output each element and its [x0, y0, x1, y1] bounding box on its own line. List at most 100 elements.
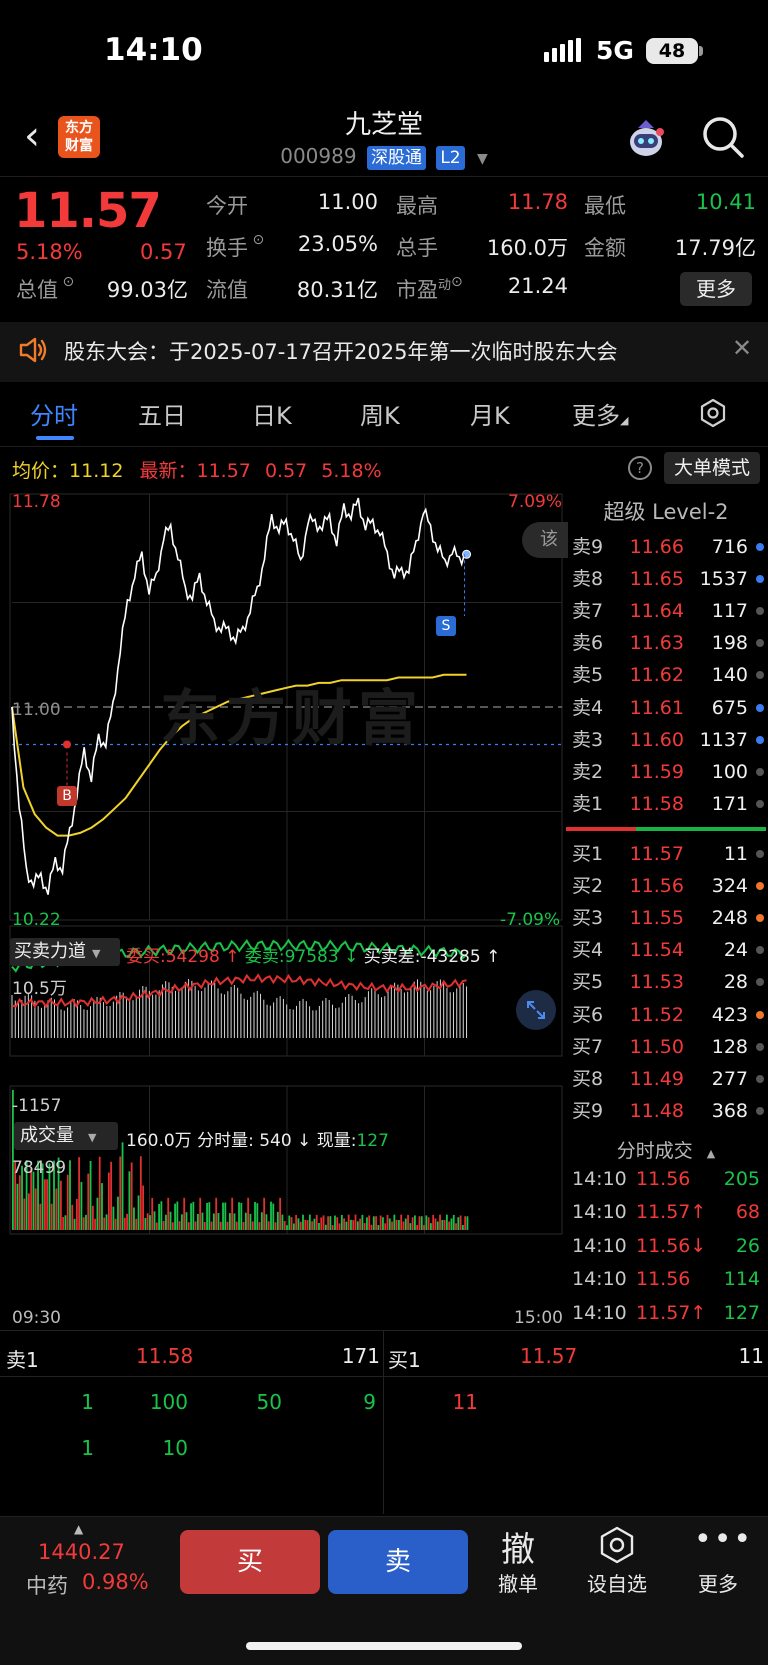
volume-indicator-select[interactable]: 成交量 ▼: [14, 1122, 118, 1150]
big-order-mode-button[interactable]: 大单模式: [664, 452, 760, 484]
help-icon[interactable]: ?: [628, 456, 652, 480]
buy-marker[interactable]: B: [57, 786, 77, 806]
info-icon[interactable]: ⊙: [451, 274, 463, 290]
ask-level-row[interactable]: 卖7 11.64 117: [566, 595, 768, 627]
ask-level-row[interactable]: 卖9 11.66 716: [566, 531, 768, 563]
volume-bar: [427, 1217, 430, 1230]
add-favorite-icon[interactable]: [598, 1526, 636, 1564]
volume-bar: [315, 1214, 318, 1230]
volume-bar: [89, 1160, 92, 1230]
volume-bar: [334, 1215, 336, 1230]
connect-tag: 深股通: [366, 146, 426, 170]
tab-monthly-k[interactable]: 月K: [470, 396, 510, 431]
divider: [0, 176, 768, 177]
volume-bar: [340, 1214, 343, 1230]
ask-level-row[interactable]: 卖8 11.65 1537: [566, 563, 768, 595]
search-icon[interactable]: [700, 114, 746, 160]
sector-name[interactable]: 中药: [26, 1570, 68, 1600]
bid-level-row[interactable]: 买3 11.55 248: [566, 902, 768, 934]
current-price: 11.57: [14, 183, 162, 239]
level-label: 买2: [572, 875, 604, 898]
side-drawer-tab[interactable]: 该: [522, 522, 568, 558]
ask-level-row[interactable]: 卖1 11.58 171: [566, 788, 768, 820]
more-label[interactable]: 更多: [688, 1568, 748, 1597]
sector-index-value[interactable]: 1440.27: [38, 1540, 125, 1564]
bid-level-row[interactable]: 买8 11.49 277: [566, 1063, 768, 1095]
level-dot: [756, 575, 764, 584]
level-volume: 248: [711, 907, 748, 930]
bid-level-row[interactable]: 买4 11.54 24: [566, 934, 768, 966]
ask-level-row[interactable]: 卖4 11.61 675: [566, 692, 768, 724]
level-price: 11.59: [629, 760, 684, 783]
more-dots-icon[interactable]: •••: [694, 1522, 751, 1557]
volume-bar: [199, 1197, 202, 1230]
tick-row: 14:10 11.56↓ 26: [566, 1230, 768, 1263]
caret-up-icon: ▲: [706, 1147, 716, 1160]
info-icon[interactable]: ⊙: [248, 232, 264, 248]
more-quote-button[interactable]: 更多: [680, 272, 752, 306]
level2-title[interactable]: 超级 Level-2: [566, 496, 766, 526]
bid-level-row[interactable]: 买2 11.56 324: [566, 870, 768, 902]
volume-bar: [18, 1175, 21, 1230]
volume-bar: [375, 1216, 377, 1230]
tab-more[interactable]: 更多◢: [572, 396, 628, 431]
tick-time: 14:10: [572, 1268, 627, 1291]
buy-button[interactable]: 买: [180, 1530, 320, 1594]
bid-level-row[interactable]: 买7 11.50 128: [566, 1031, 768, 1063]
ask-level-row[interactable]: 卖2 11.59 100: [566, 756, 768, 788]
volume-bar: [354, 1214, 357, 1230]
volume-bar: [414, 1215, 416, 1230]
volume-bar: [73, 1218, 76, 1230]
intraday-chart[interactable]: [0, 490, 564, 1320]
volume-bar: [386, 1214, 389, 1230]
weibuy-value: 委买:54298 ↑: [126, 947, 240, 967]
volume-bar: [82, 1217, 85, 1230]
notice-text[interactable]: 股东大会：于2025-07-17召开2025年第一次临时股东大会: [64, 336, 617, 366]
close-icon[interactable]: ✕: [732, 334, 752, 362]
info-icon[interactable]: ⊙: [58, 274, 74, 290]
volume-bar: [270, 1201, 272, 1230]
bid-level-row[interactable]: 买9 11.48 368: [566, 1095, 768, 1127]
tab-weekly-k[interactable]: 周K: [360, 396, 400, 431]
robot-assistant-icon[interactable]: [624, 116, 668, 160]
volume-bar: [197, 1213, 199, 1230]
ask-level-row[interactable]: 卖6 11.63 198: [566, 627, 768, 659]
volume-bar: [398, 1219, 400, 1230]
bid-level-row[interactable]: 买6 11.52 423: [566, 999, 768, 1031]
sector-pct[interactable]: 0.98%: [82, 1570, 149, 1594]
volume-bar: [279, 1197, 282, 1230]
ticks-title[interactable]: 分时成交 ▲: [566, 1136, 766, 1163]
volume-bar: [302, 1214, 304, 1230]
force-indicator-select[interactable]: 买卖力道 ▼: [10, 938, 120, 966]
volume-bar: [363, 1223, 366, 1230]
volume-bar: [350, 1219, 352, 1230]
cancel-order-label[interactable]: 撤单: [488, 1568, 548, 1597]
volume-bar: [347, 1214, 350, 1230]
tab-five-day[interactable]: 五日: [138, 396, 186, 431]
sell-marker[interactable]: S: [436, 616, 456, 636]
volume-bar: [338, 1223, 341, 1230]
gear-icon[interactable]: [698, 398, 728, 428]
bid-level-row[interactable]: 买5 11.53 28: [566, 966, 768, 998]
add-favorite-label[interactable]: 设自选: [580, 1568, 654, 1597]
tab-intraday[interactable]: 分时: [30, 396, 78, 431]
sell-button[interactable]: 卖: [328, 1530, 468, 1594]
volume-bar: [105, 1214, 108, 1230]
volume-bar: [190, 1203, 192, 1230]
ask-level-row[interactable]: 卖5 11.62 140: [566, 659, 768, 691]
volume-bar: [217, 1213, 220, 1230]
level-price: 11.63: [629, 632, 684, 655]
quote-value-pe: 21.24: [507, 274, 568, 298]
level-label: 卖6: [572, 632, 604, 655]
cancel-order-icon[interactable]: 撤: [494, 1522, 542, 1571]
volume-bar: [379, 1215, 382, 1230]
volume-bar: [295, 1214, 298, 1230]
quote-value-open: 11.00: [317, 190, 378, 214]
volume-bar: [388, 1218, 391, 1230]
tab-daily-k[interactable]: 日K: [252, 396, 292, 431]
force-min-label: -1157: [12, 1096, 62, 1116]
expand-icon[interactable]: [516, 990, 556, 1030]
bid-level-row[interactable]: 买1 11.57 11: [566, 838, 768, 870]
caret-up-icon[interactable]: ▲: [74, 1522, 83, 1536]
ask-level-row[interactable]: 卖3 11.60 1137: [566, 724, 768, 756]
